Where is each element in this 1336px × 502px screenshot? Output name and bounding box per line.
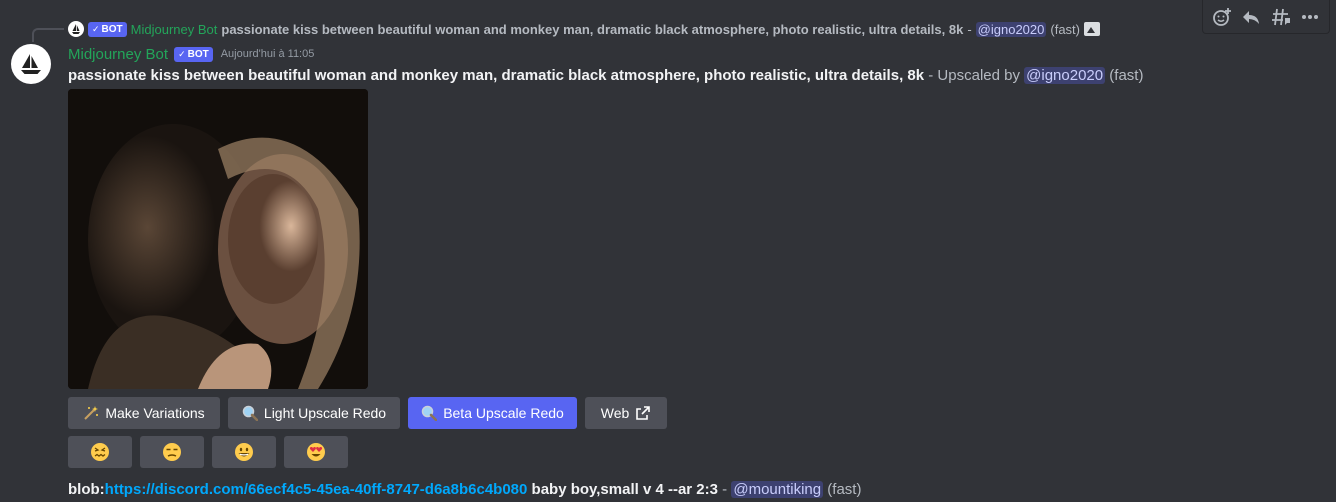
make-variations-button[interactable]: Make Variations xyxy=(68,397,220,429)
reaction-buttons xyxy=(68,436,348,468)
magnifier-icon xyxy=(242,405,259,422)
discord-link[interactable]: https://discord.com/66ecf4c5-45ea-40ff-8… xyxy=(105,481,528,498)
message-header: Midjourney Bot ✓ BOT Aujourd'hui à 11:05 xyxy=(68,44,314,64)
reply-author[interactable]: Midjourney Bot xyxy=(131,22,218,37)
image-icon xyxy=(1084,22,1100,36)
add-reaction-icon[interactable] xyxy=(1212,7,1232,27)
next-mention[interactable]: @mountiking xyxy=(731,481,824,498)
action-buttons: Make Variations Light Upscale Redo Beta … xyxy=(68,397,667,429)
sparkles-icon xyxy=(83,405,99,421)
reply-avatar[interactable] xyxy=(68,21,84,37)
reply-bot-tag: ✓ BOT xyxy=(88,21,127,37)
generated-image-art xyxy=(68,89,368,389)
generated-image[interactable] xyxy=(68,89,368,389)
reply-speed: (fast) xyxy=(1050,21,1080,37)
next-message-content: blob:https://discord.com/66ecf4c5-45ea-4… xyxy=(68,480,861,500)
reply-reference[interactable]: ✓ BOT Midjourney Bot passionate kiss betw… xyxy=(68,20,1100,38)
sailboat-icon xyxy=(21,54,41,74)
timestamp[interactable]: Aujourd'hui à 11:05 xyxy=(221,48,315,60)
reply-mention[interactable]: @igno2020 xyxy=(975,21,1047,37)
reaction-heart-eyes[interactable] xyxy=(284,436,348,468)
external-link-icon xyxy=(635,405,651,421)
light-upscale-redo-button[interactable]: Light Upscale Redo xyxy=(228,397,400,429)
verified-check-icon: ✓ xyxy=(92,23,100,34)
confounded-face-icon xyxy=(91,443,109,461)
reaction-confounded[interactable] xyxy=(68,436,132,468)
upscaled-by-text: - Upscaled by xyxy=(924,67,1025,84)
grinning-face-icon xyxy=(235,443,253,461)
verified-check-icon: ✓ xyxy=(178,48,186,59)
web-button[interactable]: Web xyxy=(585,397,667,429)
message-content: passionate kiss between beautiful woman … xyxy=(68,66,1143,86)
reply-connector xyxy=(32,28,64,42)
reply-separator: - xyxy=(967,21,972,37)
reaction-unamused[interactable] xyxy=(140,436,204,468)
create-thread-icon[interactable] xyxy=(1271,7,1291,27)
reaction-grinning[interactable] xyxy=(212,436,276,468)
message-prompt: passionate kiss between beautiful woman … xyxy=(68,67,925,84)
next-prompt: baby boy,small v 4 --ar 2:3 xyxy=(527,481,718,498)
author-avatar[interactable] xyxy=(11,44,51,84)
message-mention[interactable]: @igno2020 xyxy=(1024,67,1106,84)
message-speed: (fast) xyxy=(1109,67,1144,84)
heart-eyes-face-icon xyxy=(307,443,325,461)
unamused-face-icon xyxy=(163,443,181,461)
message-toolbar xyxy=(1202,0,1330,34)
beta-upscale-redo-button[interactable]: Beta Upscale Redo xyxy=(408,397,577,429)
bot-tag: ✓ BOT xyxy=(174,46,213,62)
reply-prompt[interactable]: passionate kiss between beautiful woman … xyxy=(221,22,963,37)
magnifier-icon xyxy=(421,405,438,422)
blob-prefix: blob: xyxy=(68,481,105,498)
reply-icon[interactable] xyxy=(1241,7,1261,27)
next-speed: (fast) xyxy=(827,481,862,498)
sailboat-icon xyxy=(72,24,80,34)
author-name[interactable]: Midjourney Bot xyxy=(68,46,168,63)
next-separator: - xyxy=(718,481,732,498)
more-icon[interactable] xyxy=(1300,7,1320,27)
